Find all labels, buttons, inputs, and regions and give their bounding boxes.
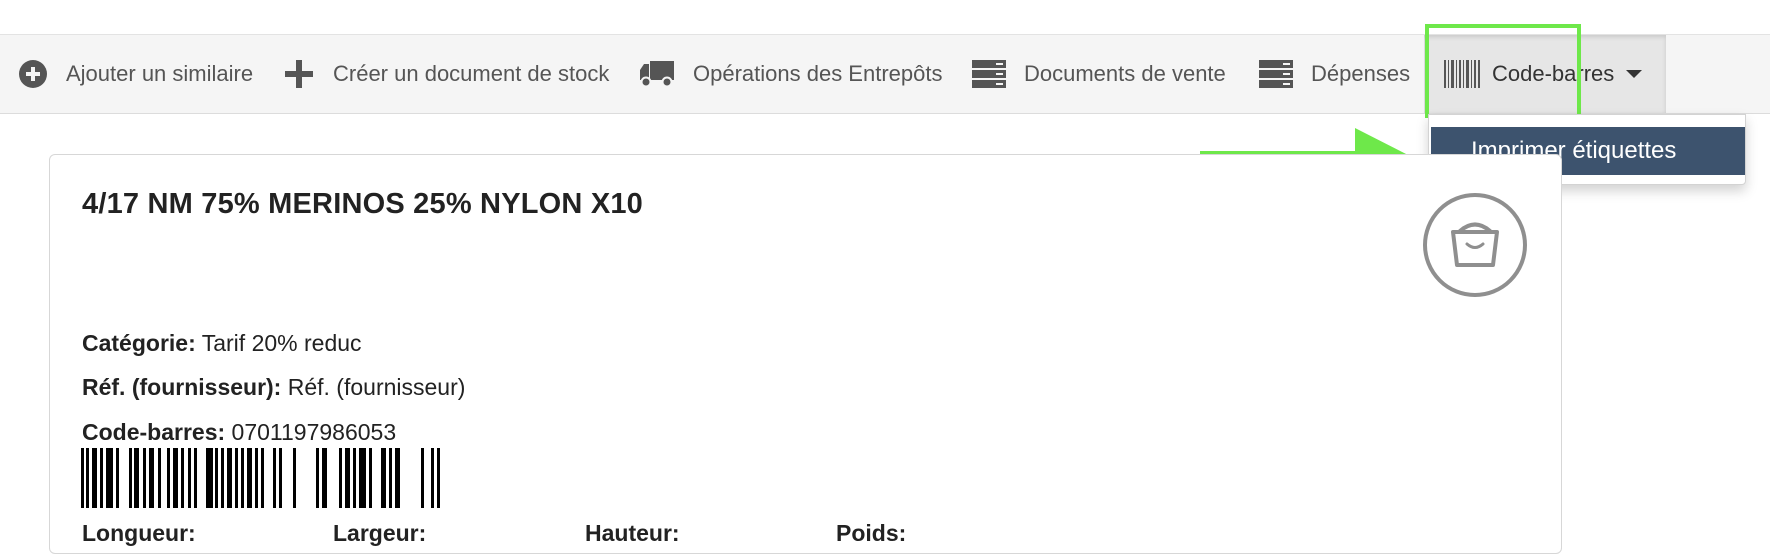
barcode-icon bbox=[1444, 60, 1480, 88]
barcode-number: 0701197986053 bbox=[231, 419, 397, 445]
sales-documents-button[interactable]: Documents de vente bbox=[972, 35, 1226, 113]
action-toolbar: Ajouter un similaire Créer un document d… bbox=[0, 34, 1770, 114]
height-label: Hauteur: bbox=[585, 520, 680, 546]
supplier-ref-row: Réf. (fournisseur): Réf. (fournisseur) bbox=[82, 374, 465, 401]
truck-icon bbox=[640, 61, 674, 88]
warehouse-operations-label: Opérations des Entrepôts bbox=[693, 61, 943, 86]
barcode-row: Code-barres: 0701197986053 bbox=[82, 419, 396, 446]
server-icon bbox=[1259, 60, 1293, 88]
server-icon bbox=[972, 60, 1006, 88]
weight-label: Poids: bbox=[836, 520, 907, 546]
length-label: Longueur: bbox=[82, 520, 196, 546]
plus-icon bbox=[285, 60, 313, 88]
add-similar-label: Ajouter un similaire bbox=[66, 61, 254, 86]
warehouse-operations-button[interactable]: Opérations des Entrepôts bbox=[639, 35, 942, 113]
basket-icon[interactable] bbox=[1422, 192, 1528, 298]
barcode-image bbox=[81, 448, 440, 508]
sales-documents-label: Documents de vente bbox=[1024, 61, 1226, 86]
category-row: Catégorie: Tarif 20% reduc bbox=[82, 330, 362, 357]
expenses-label: Dépenses bbox=[1311, 61, 1411, 86]
add-similar-button[interactable]: Ajouter un similaire bbox=[18, 35, 253, 113]
barcode-dropdown-button[interactable]: Code-barres bbox=[1424, 35, 1667, 113]
create-stock-document-button[interactable]: Créer un document de stock bbox=[285, 35, 609, 113]
caret-down-icon bbox=[1626, 70, 1643, 78]
product-title: 4/17 NM 75% MERINOS 25% NYLON X10 bbox=[82, 188, 644, 220]
width-label: Largeur: bbox=[333, 520, 427, 546]
category-value: Tarif 20% reduc bbox=[201, 330, 362, 356]
supplier-ref-label: Réf. (fournisseur): bbox=[82, 374, 282, 400]
barcode-field-label: Code-barres: bbox=[82, 419, 226, 445]
barcode-label: Code-barres bbox=[1492, 61, 1615, 86]
plus-circle-icon bbox=[19, 60, 47, 88]
supplier-ref-value: Réf. (fournisseur) bbox=[287, 374, 466, 400]
category-label: Catégorie: bbox=[82, 330, 196, 356]
expenses-button[interactable]: Dépenses bbox=[1259, 35, 1410, 113]
create-stock-document-label: Créer un document de stock bbox=[333, 61, 610, 86]
